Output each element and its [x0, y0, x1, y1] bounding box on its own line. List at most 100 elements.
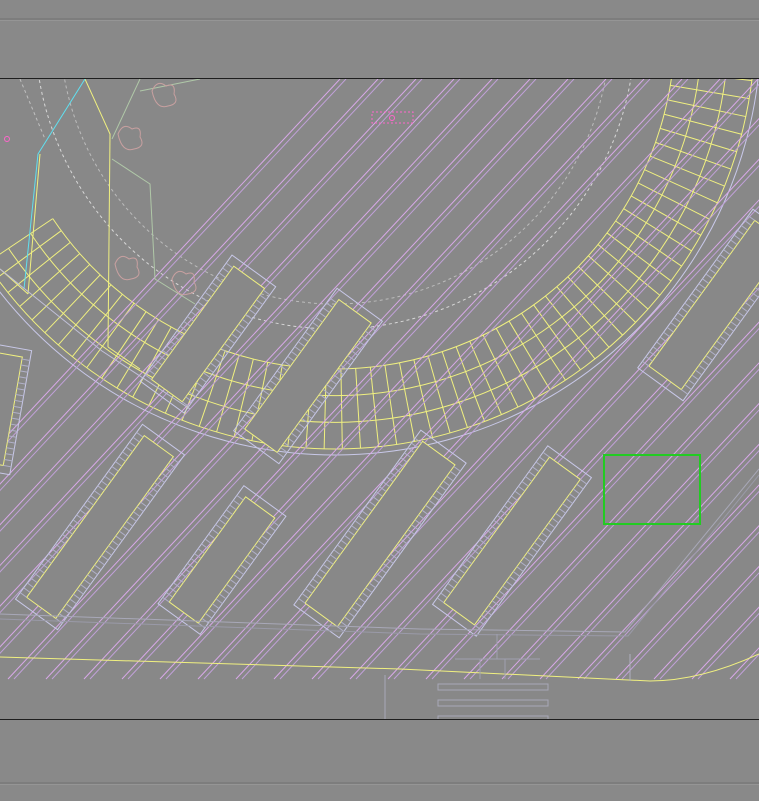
island-hatch [84, 505, 90, 510]
island-hatch [330, 380, 336, 385]
island-hatch [45, 559, 51, 564]
island-hatch [105, 551, 111, 556]
island-hatch [334, 375, 340, 380]
island-hatch [549, 523, 555, 528]
island-hatch [219, 520, 225, 525]
island-curb [27, 436, 174, 619]
island-hatch [226, 510, 232, 515]
tree-symbol [172, 271, 196, 294]
island-hatch [566, 499, 572, 504]
island-hatch [436, 491, 442, 496]
stall-line [0, 79, 530, 679]
island-hatch [323, 308, 329, 313]
island-hatch [688, 380, 694, 385]
island-hatch [702, 360, 708, 365]
island-hatch [706, 356, 712, 361]
island-hatch [437, 598, 443, 603]
planting-island [638, 209, 759, 400]
island-hatch [334, 550, 340, 555]
island-hatch [205, 613, 211, 618]
island-hatch [741, 307, 747, 312]
island-curb [305, 441, 455, 626]
island-hatch [450, 471, 456, 476]
utility-box-outline [372, 112, 413, 123]
island-hatch [556, 513, 562, 518]
island-hatch [731, 240, 737, 245]
island-hatch [359, 598, 365, 603]
island-hatch [133, 512, 139, 517]
island-hatch [274, 376, 280, 381]
island-hatch [239, 324, 245, 329]
island-hatch [251, 550, 257, 555]
island-hatch [298, 423, 304, 428]
island-hatch [685, 303, 691, 308]
island-hatch [312, 404, 318, 409]
island-hatch [536, 462, 542, 467]
tree-symbol [115, 256, 139, 279]
paving-joint [672, 79, 751, 81]
island-hatch [451, 579, 457, 584]
island-hatch [31, 578, 37, 583]
island-hatch [540, 457, 546, 462]
island-hatch [234, 575, 240, 580]
island-hatch [66, 604, 72, 609]
island-hatch [674, 318, 680, 323]
island-hatch [205, 539, 211, 544]
island-hatch [513, 572, 519, 577]
island-hatch [734, 317, 740, 322]
dashed-arc-inner [60, 79, 610, 304]
island-hatch [230, 579, 236, 584]
island-hatch [137, 507, 143, 512]
island-hatch [212, 283, 218, 288]
island-hatch [122, 452, 128, 457]
tree-symbol [118, 126, 142, 149]
island-hatch [230, 505, 236, 510]
island-hatch [448, 583, 454, 588]
island-hatch [738, 312, 744, 317]
island-hatch [341, 540, 347, 545]
island-hatch [313, 579, 319, 584]
island-hatch [543, 452, 549, 457]
island-hatch [738, 230, 744, 235]
island-hatch [198, 302, 204, 307]
island-hatch [80, 510, 86, 515]
toolbar-divider [0, 18, 759, 21]
island-hatch [330, 555, 336, 560]
island-hatch [7, 442, 15, 443]
island-hatch [745, 221, 751, 226]
cad-drawing[interactable] [0, 79, 759, 719]
paving-joint [0, 231, 61, 278]
island-hatch [216, 524, 222, 529]
island-hatch [232, 334, 238, 339]
island-hatch [529, 472, 535, 477]
stall-line [540, 79, 759, 679]
paving-joint [87, 303, 134, 368]
island-hatch [295, 428, 301, 433]
island-hatch [692, 375, 698, 380]
island-hatch [208, 287, 214, 292]
island-hatch [244, 560, 250, 565]
island-hatch [77, 515, 83, 520]
island-hatch [458, 569, 464, 574]
island-hatch [348, 612, 354, 617]
island-hatch [499, 591, 505, 596]
island-hatch [24, 588, 30, 593]
paving-joint [607, 233, 671, 281]
island-hatch [235, 329, 241, 334]
island-hatch [112, 541, 118, 546]
island-hatch [369, 583, 375, 588]
island-hatch [22, 359, 30, 360]
island-hatch [316, 399, 322, 404]
drawing-viewport[interactable] [0, 79, 759, 719]
island-hatch [233, 500, 239, 505]
island-hatch [205, 292, 211, 297]
island-hatch [366, 588, 372, 593]
island-hatch [242, 319, 248, 324]
island-hatch [748, 216, 754, 221]
island-hatch [309, 409, 315, 414]
paving-joint [58, 285, 111, 345]
utility-box-dot [390, 116, 395, 121]
island-hatch [34, 573, 40, 578]
island-hatch [443, 481, 449, 486]
island-hatch [671, 323, 677, 328]
